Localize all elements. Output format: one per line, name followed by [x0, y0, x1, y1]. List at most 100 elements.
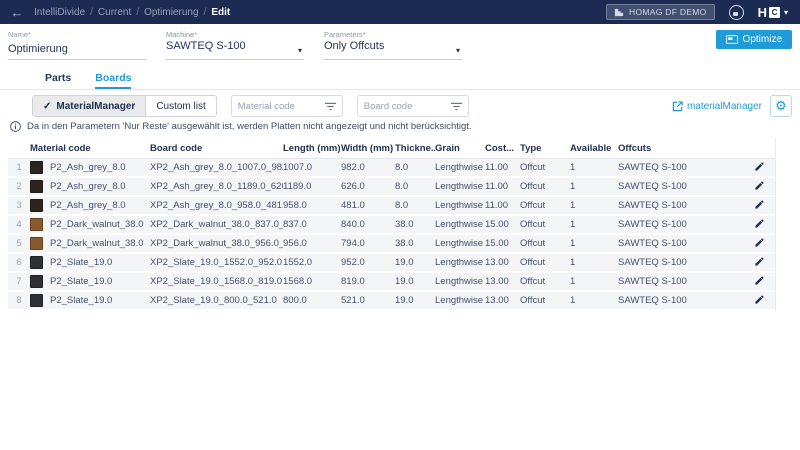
back-arrow-icon[interactable]: ←: [0, 5, 34, 20]
header-grain[interactable]: Grain: [435, 143, 485, 154]
tab-boards[interactable]: Boards: [95, 72, 131, 89]
material-code-value: P2_Slate_19.0: [50, 276, 112, 287]
breadcrumb-edit: Edit: [211, 7, 230, 18]
edit-row-button[interactable]: [743, 256, 776, 270]
material-code-cell: P2_Ash_grey_8.0: [30, 180, 150, 193]
thickness-cell: 19.0: [395, 257, 435, 268]
width-cell: 626.0: [341, 181, 395, 192]
type-cell: Offcut: [520, 219, 570, 230]
tenant-badge[interactable]: HOMAG DF DEMO: [606, 4, 715, 20]
header-material-code[interactable]: Material code: [30, 143, 150, 154]
header-thickness[interactable]: Thickne...: [395, 143, 435, 154]
board-code-filter-input[interactable]: [364, 101, 448, 112]
material-code-value: P2_Dark_walnut_38.0: [50, 238, 143, 249]
edit-row-button[interactable]: [743, 237, 776, 251]
row-number: 1: [8, 162, 30, 173]
material-swatch: [30, 294, 43, 307]
breadcrumb-separator: /: [90, 7, 93, 18]
type-cell: Offcut: [520, 238, 570, 249]
grain-cell: Lengthwise: [435, 200, 485, 211]
material-code-value: P2_Dark_walnut_38.0: [50, 219, 143, 230]
header-offcuts[interactable]: Offcuts: [618, 143, 743, 154]
platform-icon[interactable]: [729, 5, 744, 20]
board-code-cell: XP2_Ash_grey_8.0_958.0_481.0: [150, 200, 283, 211]
header-length[interactable]: Length (mm): [283, 143, 341, 154]
tab-parts[interactable]: Parts: [45, 72, 71, 89]
boards-table: Material code Board code Length (mm) Wid…: [8, 138, 776, 311]
breadcrumb-current[interactable]: Current: [98, 7, 131, 18]
toggle-materialmanager-label: MaterialManager: [56, 101, 135, 112]
width-cell: 819.0: [341, 276, 395, 287]
board-code-cell: XP2_Slate_19.0_1552.0_952.0: [150, 257, 283, 268]
breadcrumb-separator: /: [136, 7, 139, 18]
settings-button[interactable]: ⚙: [770, 95, 792, 117]
material-code-value: P2_Slate_19.0: [50, 257, 112, 268]
chevron-down-icon: ▾: [298, 46, 302, 55]
header-type[interactable]: Type: [520, 143, 570, 154]
toggle-materialmanager[interactable]: ✓ MaterialManager: [33, 96, 146, 116]
material-code-value: P2_Ash_grey_8.0: [50, 181, 126, 192]
width-cell: 521.0: [341, 295, 395, 306]
machine-select[interactable]: Machine* SAWTEQ S-100 ▾: [166, 30, 304, 60]
material-code-cell: P2_Dark_walnut_38.0: [30, 218, 150, 231]
materialmanager-link-label: materialManager: [687, 101, 762, 112]
edit-row-button[interactable]: [743, 180, 776, 194]
filter-icon[interactable]: [451, 102, 462, 111]
grain-cell: Lengthwise: [435, 238, 485, 249]
length-cell: 1552.0: [283, 257, 341, 268]
breadcrumb-optimierung[interactable]: Optimierung: [144, 7, 198, 18]
table-row[interactable]: 7 P2_Slate_19.0 XP2_Slate_19.0_1568.0_81…: [8, 273, 775, 292]
available-cell: 1: [570, 257, 618, 268]
costs-cell: 11.00: [485, 200, 520, 211]
header-available[interactable]: Available: [570, 143, 618, 154]
optimize-button[interactable]: Optimize: [716, 30, 792, 49]
edit-row-button[interactable]: [743, 275, 776, 289]
breadcrumb: IntelliDivide / Current / Optimierung / …: [34, 7, 230, 18]
board-code-cell: XP2_Slate_19.0_800.0_521.0: [150, 295, 283, 306]
row-number: 2: [8, 181, 30, 192]
edit-row-button[interactable]: [743, 294, 776, 308]
table-row[interactable]: 6 P2_Slate_19.0 XP2_Slate_19.0_1552.0_95…: [8, 254, 775, 273]
offcuts-cell: SAWTEQ S-100: [618, 238, 743, 249]
available-cell: 1: [570, 295, 618, 306]
table-row[interactable]: 3 P2_Ash_grey_8.0 XP2_Ash_grey_8.0_958.0…: [8, 197, 775, 216]
material-code-cell: P2_Ash_grey_8.0: [30, 161, 150, 174]
material-code-value: P2_Slate_19.0: [50, 295, 112, 306]
header-width[interactable]: Width (mm): [341, 143, 395, 154]
breadcrumb-intellidivide[interactable]: IntelliDivide: [34, 7, 85, 18]
offcuts-cell: SAWTEQ S-100: [618, 162, 743, 173]
width-cell: 794.0: [341, 238, 395, 249]
grain-cell: Lengthwise: [435, 162, 485, 173]
table-row[interactable]: 2 P2_Ash_grey_8.0 XP2_Ash_grey_8.0_1189.…: [8, 178, 775, 197]
table-row[interactable]: 8 P2_Slate_19.0 XP2_Slate_19.0_800.0_521…: [8, 292, 775, 311]
parameters-select[interactable]: Parameters* Only Offcuts ▾: [324, 30, 462, 60]
filter-icon[interactable]: [325, 102, 336, 111]
header-board-code[interactable]: Board code: [150, 143, 283, 154]
name-input[interactable]: [8, 42, 146, 55]
material-code-cell: P2_Slate_19.0: [30, 275, 150, 288]
edit-row-button[interactable]: [743, 218, 776, 232]
table-row[interactable]: 5 P2_Dark_walnut_38.0 XP2_Dark_walnut_38…: [8, 235, 775, 254]
material-swatch: [30, 199, 43, 212]
board-code-cell: XP2_Slate_19.0_1568.0_819.0: [150, 276, 283, 287]
toggle-custom-list[interactable]: Custom list: [146, 96, 215, 116]
thickness-cell: 8.0: [395, 200, 435, 211]
material-code-filter-input[interactable]: [238, 101, 322, 112]
row-number: 7: [8, 276, 30, 287]
grain-cell: Lengthwise: [435, 295, 485, 306]
table-row[interactable]: 1 P2_Ash_grey_8.0 XP2_Ash_grey_8.0_1007.…: [8, 159, 775, 178]
edit-row-button[interactable]: [743, 199, 776, 213]
name-field-label: Name*: [8, 30, 146, 39]
costs-cell: 15.00: [485, 219, 520, 230]
edit-row-button[interactable]: [743, 161, 776, 175]
offcuts-cell: SAWTEQ S-100: [618, 219, 743, 230]
length-cell: 837.0: [283, 219, 341, 230]
account-menu[interactable]: H C ▾: [758, 5, 788, 20]
width-cell: 952.0: [341, 257, 395, 268]
materialmanager-link[interactable]: materialManager: [672, 101, 762, 112]
optimize-button-label: Optimize: [743, 34, 782, 45]
table-row[interactable]: 4 P2_Dark_walnut_38.0 XP2_Dark_walnut_38…: [8, 216, 775, 235]
grain-cell: Lengthwise: [435, 257, 485, 268]
length-cell: 1189.0: [283, 181, 341, 192]
header-costs[interactable]: Cost...: [485, 143, 520, 154]
